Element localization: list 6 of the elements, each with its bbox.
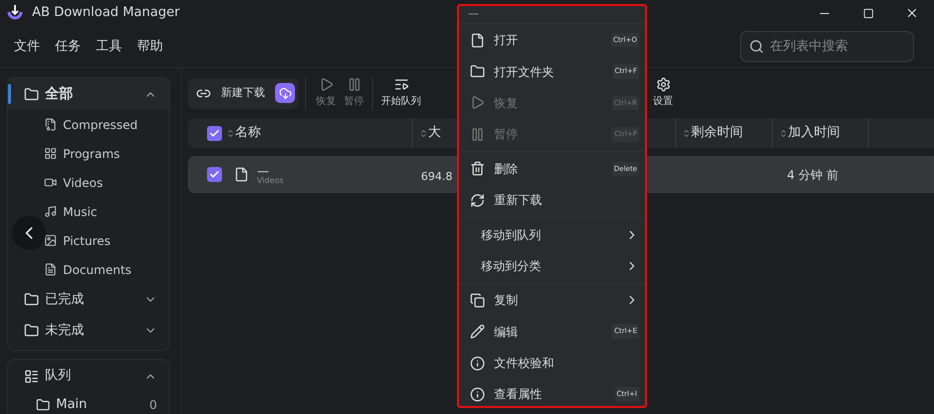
file-name: —: [257, 164, 269, 176]
file-category: Videos: [257, 176, 285, 184]
table-cell-text: 4 分钟 前: [787, 166, 838, 184]
menu-header: —: [468, 6, 479, 22]
window-title: AB Download Manager: [32, 4, 180, 22]
table-cell: 694.8: [421, 170, 452, 182]
